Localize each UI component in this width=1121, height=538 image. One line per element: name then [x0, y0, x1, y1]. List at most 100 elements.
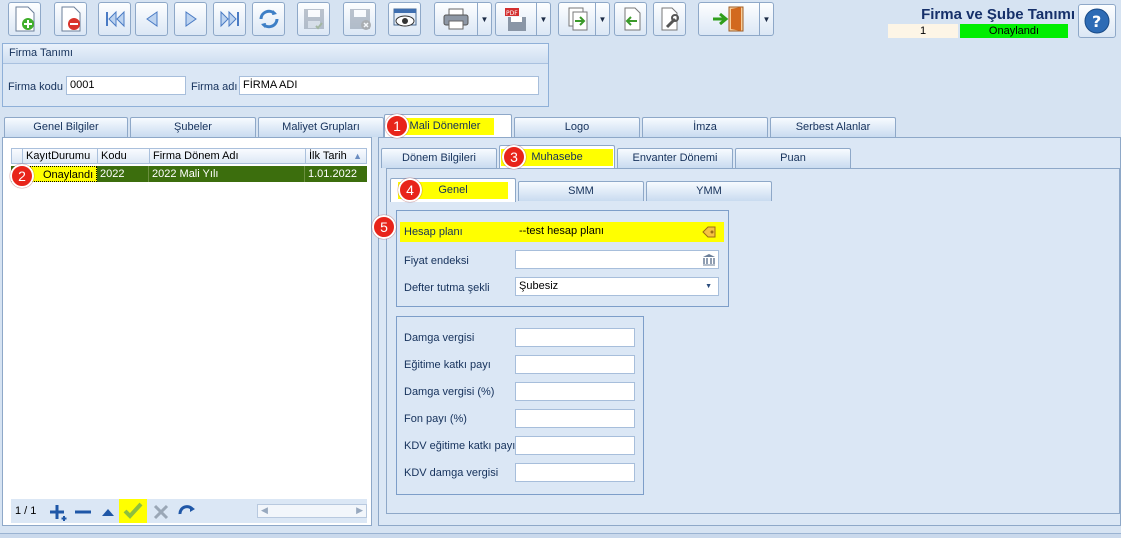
annotation-badge-2: 2	[10, 164, 34, 188]
scroll-left-icon[interactable]: ◀	[261, 505, 268, 516]
egitime-katki-payi-label: Eğitime katkı payı	[404, 359, 491, 371]
save-cancel-button[interactable]	[343, 2, 376, 36]
pager-text: 1 / 1	[15, 505, 37, 517]
egitime-katki-payi-input[interactable]	[515, 355, 635, 374]
tab-genel-bilgiler[interactable]: Genel Bilgiler	[4, 117, 128, 137]
tab-puan[interactable]: Puan	[735, 148, 851, 168]
grid-header-donem-adi[interactable]: Firma Dönem Adı	[150, 149, 306, 163]
table-row[interactable]: Onaylandı 2022 2022 Mali Yılı 1.01.2022	[11, 166, 367, 182]
svg-text:PDF: PDF	[506, 10, 518, 17]
tab-subeler[interactable]: Şubeler	[130, 117, 256, 137]
kdv-damga-vergisi-input[interactable]	[515, 463, 635, 482]
preview-icon	[393, 8, 416, 27]
refresh-button[interactable]	[252, 2, 285, 36]
kdv-egitime-katki-input[interactable]	[515, 436, 635, 455]
tab-envanter-donemi[interactable]: Envanter Dönemi	[617, 148, 733, 168]
firma-group: Firma Tanımı Firma kodu 0001 Firma adı F…	[2, 43, 549, 107]
cell-donem-adi[interactable]: 2022 Mali Yılı	[149, 166, 305, 182]
print-button[interactable]	[434, 2, 478, 36]
fon-payi-input[interactable]	[515, 409, 635, 428]
first-record-icon	[105, 10, 124, 28]
tab-imza[interactable]: İmza	[642, 117, 768, 137]
export-button[interactable]	[558, 2, 596, 36]
horizontal-scrollbar[interactable]: ◀ ▶	[257, 504, 367, 518]
damga-vergisi-yuzde-label: Damga vergisi (%)	[404, 386, 495, 398]
chevron-down-icon: ▼	[598, 14, 607, 24]
add-row-icon[interactable]	[49, 502, 69, 522]
settings-button[interactable]	[653, 2, 686, 36]
pdf-button[interactable]: PDF	[495, 2, 537, 36]
first-record-button[interactable]	[98, 2, 131, 36]
new-record-button[interactable]	[8, 2, 41, 36]
tab-maliyet-gruplari[interactable]: Maliyet Grupları	[258, 117, 384, 137]
save-button[interactable]	[297, 2, 330, 36]
annotation-badge-4: 4	[398, 178, 422, 202]
grid-header-ilk-tarih[interactable]: İlk Tarih ▲	[306, 149, 366, 163]
exit-dropdown[interactable]: ▼	[760, 2, 774, 36]
last-record-icon	[220, 10, 239, 28]
new-record-icon	[15, 6, 34, 32]
last-record-button[interactable]	[213, 2, 246, 36]
annotation-badge-1: 1	[385, 114, 409, 138]
grid-header-kodu[interactable]: Kodu	[98, 149, 150, 163]
chevron-down-icon: ▼	[539, 14, 548, 24]
export-icon	[568, 7, 588, 31]
export-dropdown[interactable]: ▼	[596, 2, 610, 36]
grid-header: KayıtDurumu Kodu Firma Dönem Adı İlk Tar…	[11, 148, 367, 164]
exit-button[interactable]	[698, 2, 760, 36]
grid-header-indicator	[12, 149, 23, 163]
scroll-right-icon[interactable]: ▶	[356, 505, 363, 516]
next-record-button[interactable]	[174, 2, 207, 36]
tab-serbest-alanlar[interactable]: Serbest Alanlar	[770, 117, 896, 137]
fiyat-endeksi-input[interactable]	[515, 250, 719, 269]
tab-donem-bilgileri[interactable]: Dönem Bilgileri	[381, 148, 497, 168]
help-icon: ?	[1084, 8, 1110, 34]
damga-vergisi-yuzde-input[interactable]	[515, 382, 635, 401]
firma-group-title: Firma Tanımı	[3, 44, 548, 64]
exit-door-icon	[713, 6, 744, 32]
tab-ymm[interactable]: YMM	[646, 181, 772, 201]
import-button[interactable]	[614, 2, 647, 36]
preview-button[interactable]	[388, 2, 421, 36]
help-button[interactable]: ?	[1078, 4, 1116, 38]
tab-smm[interactable]: SMM	[518, 181, 644, 201]
hesap-plani-value: --test hesap planı	[519, 225, 604, 237]
sort-ascending-icon: ▲	[353, 151, 362, 161]
chevron-down-icon: ▼	[705, 283, 712, 290]
defter-tutma-select[interactable]: Şubesiz ▼	[515, 277, 719, 296]
cell-kodu[interactable]: 2022	[97, 166, 149, 182]
print-dropdown[interactable]: ▼	[478, 2, 492, 36]
lookup-tag-icon[interactable]	[702, 226, 716, 238]
accounting-settings-box: Hesap planı --test hesap planı Fiyat end…	[396, 210, 729, 307]
grid-header-kayit-durumu[interactable]: KayıtDurumu	[23, 149, 98, 163]
pdf-dropdown[interactable]: ▼	[537, 2, 551, 36]
tab-logo[interactable]: Logo	[514, 117, 640, 137]
cancel-edit-icon[interactable]	[151, 502, 171, 522]
save-icon	[303, 9, 324, 30]
delete-record-button[interactable]	[54, 2, 87, 36]
tax-settings-box: Damga vergisi Eğitime katkı payı Damga v…	[396, 316, 644, 495]
svg-text:?: ?	[1092, 12, 1101, 31]
firma-name-label: Firma adı	[191, 81, 238, 93]
status-bar	[0, 533, 1121, 538]
import-icon	[624, 7, 640, 31]
refresh-grid-icon[interactable]	[177, 502, 197, 522]
damga-vergisi-input[interactable]	[515, 328, 635, 347]
defter-tutma-label: Defter tutma şekli	[404, 282, 490, 294]
print-icon	[443, 8, 469, 30]
bank-icon[interactable]	[702, 253, 716, 266]
cell-ilk-tarih[interactable]: 1.01.2022	[305, 166, 367, 182]
check-icon	[123, 502, 143, 519]
previous-record-button[interactable]	[135, 2, 168, 36]
move-up-icon[interactable]	[99, 502, 117, 522]
grid-header-ilk-tarih-label: İlk Tarih	[309, 150, 347, 162]
firma-name-input[interactable]: FİRMA ADI	[239, 76, 539, 95]
defter-tutma-value: Şubesiz	[519, 280, 559, 292]
firma-code-input[interactable]: 0001	[66, 76, 186, 95]
delete-record-icon	[61, 6, 80, 32]
periods-grid: KayıtDurumu Kodu Firma Dönem Adı İlk Tar…	[2, 137, 372, 526]
remove-row-icon[interactable]	[73, 502, 93, 522]
pdf-icon: PDF	[505, 8, 526, 31]
hesap-plani-input[interactable]: --test hesap planı	[515, 222, 719, 241]
post-edit-button[interactable]	[119, 499, 147, 523]
